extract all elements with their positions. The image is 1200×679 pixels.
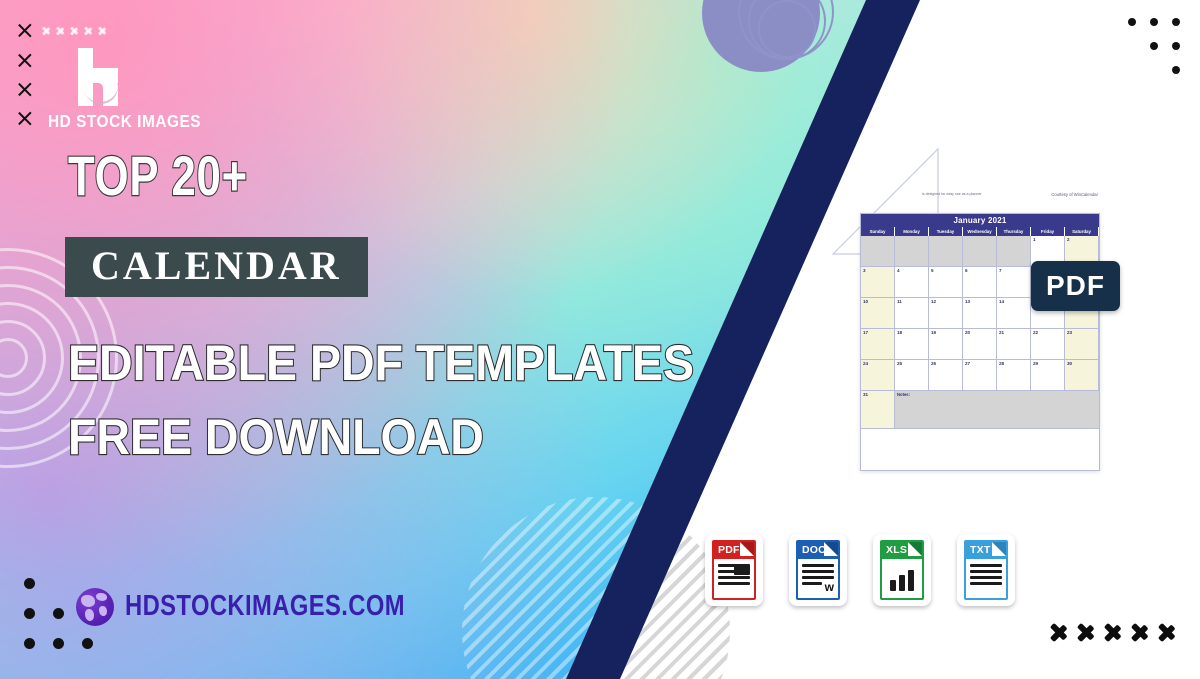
chevron-right-icon (1158, 615, 1180, 651)
calendar-courtesy-label: Courtesy of WinCalendar (1051, 192, 1098, 197)
calendar-cell: 28 (997, 360, 1031, 391)
calendar-cell: 19 (929, 329, 963, 360)
calendar-cell: 20 (963, 329, 997, 360)
calendar-cell: 4 (895, 267, 929, 298)
calendar-day-header: Saturday (1065, 227, 1099, 236)
headline-badge-calendar: CALENDAR (65, 237, 368, 297)
pdf-file-label: PDF (718, 544, 740, 556)
txt-file-icon[interactable]: TXT (957, 534, 1015, 606)
calendar-day-header: Thursday (997, 227, 1031, 236)
chevron-right-icon (56, 22, 67, 40)
calendar-day-headers: Sunday Monday Tuesday Wednesday Thursday… (861, 227, 1099, 236)
headline-line-1: EDITABLE PDF TEMPLATES (67, 335, 695, 391)
calendar-cell: 21 (997, 329, 1031, 360)
calendar-cell: 30 (1065, 360, 1099, 391)
x-mark-icon (16, 22, 33, 39)
calendar-cell: 24 (861, 360, 895, 391)
pdf-file-icon[interactable]: PDF (705, 534, 763, 606)
dot-triangle-top-right (1128, 18, 1188, 80)
calendar-day-header: Tuesday (929, 227, 963, 236)
purple-ring-decoration-3 (758, 0, 816, 58)
calendar-cell (861, 236, 895, 267)
doc-w-mark: w (824, 580, 834, 594)
calendar-cell: 27 (963, 360, 997, 391)
calendar-cell: 26 (929, 360, 963, 391)
headline-eyebrow: TOP 20+ (67, 144, 248, 207)
calendar-cell: 5 (929, 267, 963, 298)
calendar-cell: 6 (963, 267, 997, 298)
chevron-right-icon (70, 22, 81, 40)
doc-file-label: DOC (802, 544, 826, 556)
calendar-day-header: Monday (895, 227, 929, 236)
calendar-cell: 25 (895, 360, 929, 391)
xls-file-label: XLS (886, 544, 908, 556)
calendar-cell: 22 (1031, 329, 1065, 360)
calendar-day-header: Wednesday (963, 227, 997, 236)
website-url[interactable]: HDSTOCKIMAGES.COM (125, 590, 405, 623)
doc-file-icon[interactable]: DOC w (789, 534, 847, 606)
calendar-planner-note: is designed for easy use as a planner (922, 192, 982, 196)
pdf-badge: PDF (1031, 261, 1120, 311)
headline-badge-label: CALENDAR (91, 243, 342, 288)
pdf-badge-label: PDF (1046, 270, 1105, 301)
calendar-month-title: January 2021 (861, 214, 1099, 227)
calendar-cell: 10 (861, 298, 895, 329)
calendar-cell: 17 (861, 329, 895, 360)
calendar-cell (895, 236, 929, 267)
globe-icon (76, 588, 114, 626)
chevron-right-icon (42, 22, 53, 40)
calendar-cell (997, 236, 1031, 267)
calendar-day-header: Sunday (861, 227, 895, 236)
calendar-cell: 12 (929, 298, 963, 329)
calendar-cell: 13 (963, 298, 997, 329)
calendar-cell (963, 236, 997, 267)
xls-file-icon[interactable]: XLS (873, 534, 931, 606)
poster-canvas: HD STOCK IMAGES TOP 20+ CALENDAR EDITABL… (0, 0, 1200, 679)
chevron-right-icon (1104, 615, 1126, 651)
calendar-cell (929, 236, 963, 267)
x-mark-icon (16, 81, 33, 98)
calendar-cell: 11 (895, 298, 929, 329)
calendar-week-row: 17 18 19 20 21 22 23 (861, 329, 1099, 360)
chevron-right-icon (98, 22, 109, 40)
chevron-right-icon (1077, 615, 1099, 651)
chevron-row-bottom-right (1050, 615, 1180, 651)
brand-name-label: HD STOCK IMAGES (48, 111, 202, 131)
calendar-preview[interactable]: January 2021 Sunday Monday Tuesday Wedne… (860, 213, 1100, 471)
calendar-notes-row: 31 Notes: (861, 391, 1099, 429)
calendar-note-text: Courtesy of WinCalendar is designed for … (922, 191, 1102, 211)
chevron-right-icon (1131, 615, 1153, 651)
calendar-cell: 29 (1031, 360, 1065, 391)
calendar-cell: 18 (895, 329, 929, 360)
calendar-cell: 3 (861, 267, 895, 298)
x-mark-icon (16, 110, 33, 127)
calendar-cell: 14 (997, 298, 1031, 329)
chevron-right-icon (84, 22, 95, 40)
calendar-cell: 7 (997, 267, 1031, 298)
calendar-week-row: 24 25 26 27 28 29 30 (861, 360, 1099, 391)
calendar-day-header: Friday (1031, 227, 1065, 236)
chevron-right-icon (1050, 615, 1072, 651)
brand-logo: HD STOCK IMAGES (48, 48, 202, 132)
file-type-icon-row: PDF DOC w XLS TXT (705, 534, 1015, 606)
headline-line-2: FREE DOWNLOAD (67, 409, 485, 465)
x-mark-icon (16, 52, 33, 69)
calendar-cell: 23 (1065, 329, 1099, 360)
txt-file-label: TXT (970, 544, 991, 556)
calendar-cell-last-day: 31 (861, 391, 895, 429)
h-monogram-icon (70, 48, 132, 108)
calendar-notes-label: Notes: (895, 391, 1099, 429)
chevron-row-top (42, 22, 109, 40)
